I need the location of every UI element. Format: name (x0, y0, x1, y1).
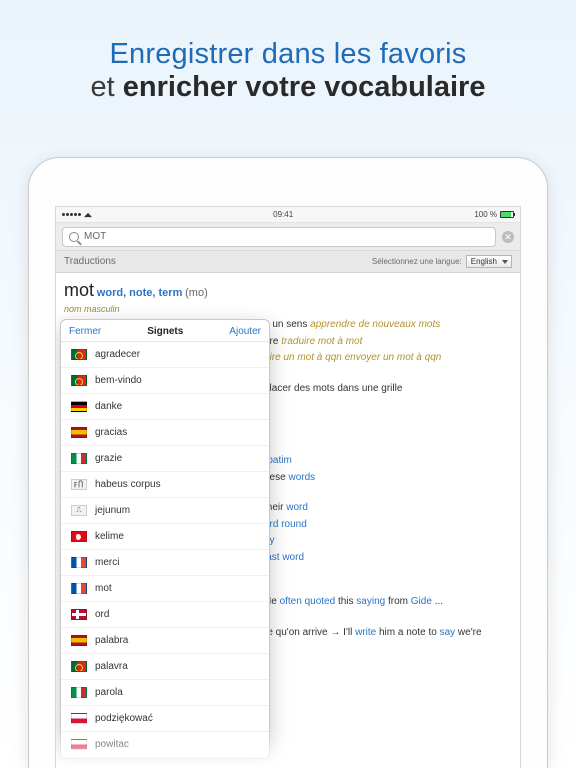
bookmark-item[interactable]: parola (61, 680, 269, 706)
popover-title: Signets (147, 326, 183, 337)
promo-line2: et enricher votre vocabulaire (20, 71, 556, 104)
flag-icon (71, 401, 87, 412)
bookmark-item[interactable]: mot (61, 576, 269, 602)
search-bar: MOT ✕ (56, 223, 520, 251)
battery-icon (500, 211, 514, 218)
bookmark-item[interactable]: agradecer (61, 342, 269, 368)
popover-header: Fermer Signets Ajouter (61, 320, 269, 342)
bookmark-label: jejunum (95, 505, 130, 516)
flag-icon (71, 635, 87, 646)
wifi-icon (84, 212, 92, 216)
bookmark-label: kelime (95, 531, 124, 542)
search-icon (69, 232, 79, 242)
flag-icon (71, 375, 87, 386)
bookmark-item[interactable]: bem-vindo (61, 368, 269, 394)
bookmark-label: palavra (95, 661, 128, 672)
language-dropdown[interactable]: English (466, 255, 512, 268)
bookmark-item[interactable]: podziękować (61, 706, 269, 732)
bookmark-item[interactable]: ⎍ jejunum (61, 498, 269, 524)
flag-icon (71, 713, 87, 724)
headword: mot (64, 280, 94, 300)
bookmark-item[interactable]: habeus corpus (61, 472, 269, 498)
bookmark-item[interactable]: kelime (61, 524, 269, 550)
sub-header: Traductions Sélectionnez une langue: Eng… (56, 251, 520, 273)
bookmark-label: powitac (95, 739, 129, 750)
senses: word, note, term (97, 287, 183, 299)
flag-icon (71, 739, 87, 750)
flag-icon (71, 479, 87, 490)
bookmark-label: grazie (95, 453, 122, 464)
language-label: Sélectionnez une langue: (372, 257, 462, 266)
bookmarks-list[interactable]: agradecer bem-vindo danke gracias grazie habe… (61, 342, 269, 758)
bookmark-label: habeus corpus (95, 479, 161, 490)
flag-icon (71, 427, 87, 438)
battery-text: 100 % (474, 210, 497, 219)
bookmark-item[interactable]: grazie (61, 446, 269, 472)
bookmark-label: merci (95, 557, 119, 568)
status-time: 09:41 (273, 210, 293, 219)
bookmark-label: agradecer (95, 349, 140, 360)
flag-icon (71, 661, 87, 672)
add-button[interactable]: Ajouter (229, 326, 261, 337)
bookmark-item[interactable]: palabra (61, 628, 269, 654)
search-input[interactable]: MOT (62, 227, 496, 247)
pronunciation: (mo) (185, 287, 208, 299)
bookmark-label: podziękować (95, 713, 153, 724)
bookmark-label: mot (95, 583, 112, 594)
bookmark-label: ord (95, 609, 109, 620)
bookmark-label: danke (95, 401, 122, 412)
bookmark-item[interactable]: merci (61, 550, 269, 576)
tablet-frame: 09:41 100 % MOT ✕ Traductions Sélectionn… (29, 158, 547, 768)
bookmark-item[interactable]: powitac (61, 732, 269, 758)
flag-icon (71, 349, 87, 360)
status-left (62, 212, 92, 218)
bookmark-item[interactable]: palavra (61, 654, 269, 680)
signal-dots-icon (62, 213, 81, 216)
flag-icon: ⎍ (71, 505, 87, 516)
flag-icon (71, 687, 87, 698)
search-value: MOT (84, 231, 106, 242)
flag-icon (71, 583, 87, 594)
bookmark-label: parola (95, 687, 123, 698)
close-button[interactable]: Fermer (69, 326, 101, 337)
flag-icon (71, 609, 87, 620)
bookmarks-popover: Fermer Signets Ajouter agradecer bem-vind… (60, 319, 270, 759)
bookmark-label: gracias (95, 427, 127, 438)
bookmark-item[interactable]: ord (61, 602, 269, 628)
flag-icon (71, 453, 87, 464)
status-right: 100 % (474, 210, 514, 219)
bookmark-item[interactable]: gracias (61, 420, 269, 446)
bookmark-label: palabra (95, 635, 128, 646)
subheader-title: Traductions (64, 256, 116, 267)
promo-line1: Enregistrer dans les favoris (20, 38, 556, 71)
bookmark-item[interactable]: danke (61, 394, 269, 420)
bookmark-label: bem-vindo (95, 375, 142, 386)
clear-search-button[interactable]: ✕ (502, 231, 514, 243)
status-bar: 09:41 100 % (56, 207, 520, 223)
language-selector: Sélectionnez une langue: English (372, 255, 512, 268)
promo-banner: Enregistrer dans les favoris et enricher… (0, 0, 576, 126)
screen: 09:41 100 % MOT ✕ Traductions Sélectionn… (55, 206, 521, 768)
flag-icon (71, 531, 87, 542)
flag-icon (71, 557, 87, 568)
part-of-speech: nom masculin (64, 303, 512, 316)
